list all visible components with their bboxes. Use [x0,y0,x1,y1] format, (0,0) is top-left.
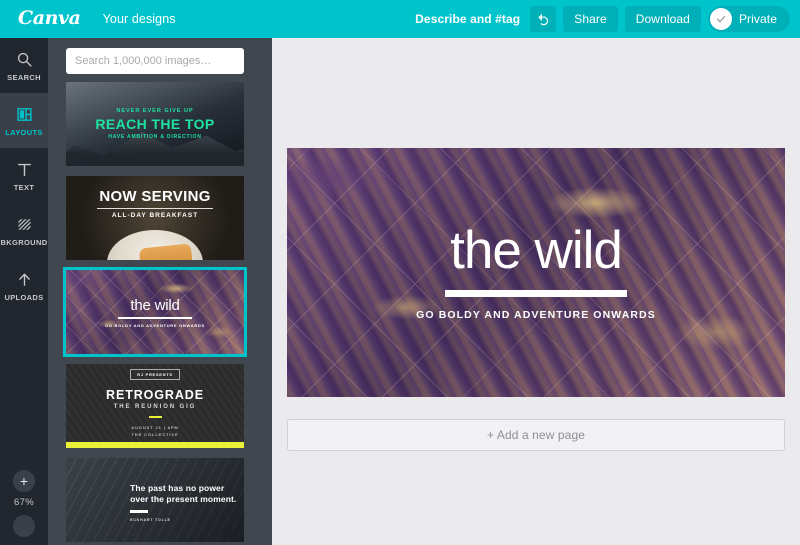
thumbnail-text: the wild GO BOLDY AND ADVENTURE ONWARDS [66,270,244,354]
upload-icon [16,269,33,289]
thumb3-line-main: the wild [130,296,180,314]
sidebar-label-text: TEXT [13,183,35,192]
search-icon [16,49,33,69]
add-new-page-button[interactable]: + Add a new page [287,419,785,451]
privacy-label: Private [738,12,777,26]
thumbnail-text: The past has no power over the present m… [130,483,244,522]
sidebar-label-layouts: LAYOUTS [5,128,43,137]
thumbnail-text: NOW SERVING ALL-DAY BREAKFAST [66,188,244,219]
thumbnail-the-wild[interactable]: the wild GO BOLDY AND ADVENTURE ONWARDS [63,267,247,357]
zoom-controls: + 67% [0,470,48,545]
left-tool-rail: SEARCH LAYOUTS TEXT BKGROUND UPLOADS + 6… [0,38,48,545]
undo-button[interactable] [530,6,557,32]
zoom-out-button[interactable] [13,515,35,537]
privacy-toggle[interactable]: Private [707,6,790,32]
thumbnail-present-moment-quote[interactable]: The past has no power over the present m… [66,458,244,542]
top-header: Canva Your designs Describe and #tag Sha… [0,0,800,38]
sidebar-item-search[interactable]: SEARCH [0,38,48,93]
thumb2-line-bottom: ALL-DAY BREAKFAST [111,212,199,219]
share-button[interactable]: Share [563,6,618,32]
background-icon [16,214,33,234]
layouts-panel: NEVER EVER GIVE UP REACH THE TOP HAVE AM… [48,38,272,545]
thumb3-divider [118,316,192,319]
canva-editor: Canva Your designs Describe and #tag Sha… [0,0,800,545]
thumb4-line-date: AUGUST 21 | 8PM [131,425,179,431]
sidebar-label-background: BKGROUND [0,238,48,247]
zoom-percent-label: 67% [14,497,34,508]
search-input[interactable] [66,48,244,74]
text-icon [16,159,33,179]
canvas-title[interactable]: the wild [450,224,623,277]
zoom-in-button[interactable]: + [13,470,35,492]
canvas-divider[interactable] [445,290,627,297]
sidebar-label-search: SEARCH [7,73,41,82]
canvas-subtitle[interactable]: GO BOLDY AND ADVENTURE ONWARDS [416,309,656,321]
search-container [48,38,272,82]
sidebar-label-uploads: UPLOADS [4,293,44,302]
thumbnail-reach-the-top[interactable]: NEVER EVER GIVE UP REACH THE TOP HAVE AM… [66,82,244,166]
sidebar-item-text[interactable]: TEXT [0,148,48,203]
nav-your-designs[interactable]: Your designs [103,12,176,26]
sidebar-item-uploads[interactable]: UPLOADS [0,258,48,313]
undo-icon [538,13,548,25]
describe-and-tag-link[interactable]: Describe and #tag [415,12,520,26]
thumb1-line-bottom: HAVE AMBITION & DIRECTION [108,134,202,140]
download-button[interactable]: Download [624,6,701,32]
canvas-workspace: the wild GO BOLDY AND ADVENTURE ONWARDS … [272,38,800,545]
thumbnail-text: RJ PRESENTS RETROGRADE THE REUNION GIG A… [66,364,244,448]
thumb4-line-venue: THE COLLECTIVE [131,432,179,438]
thumb4-line-main: RETROGRADE [106,387,204,402]
thumb1-line-top: NEVER EVER GIVE UP [116,108,194,114]
thumb5-divider [130,510,149,513]
layouts-icon [16,104,33,124]
thumb4-badge: RJ PRESENTS [130,368,180,380]
sidebar-item-layouts[interactable]: LAYOUTS [0,93,48,148]
thumb5-attribution: ECKHART TOLLE [130,517,171,522]
thumb5-quote: The past has no power over the present m… [130,483,237,504]
thumb2-line-main: NOW SERVING [99,188,211,205]
layout-thumbnail-list: NEVER EVER GIVE UP REACH THE TOP HAVE AM… [48,82,272,542]
thumbnail-now-serving[interactable]: NOW SERVING ALL-DAY BREAKFAST [66,176,244,260]
thumb4-divider [148,415,162,419]
header-actions: Describe and #tag Share Download Private [415,6,800,32]
thumb1-line-main: REACH THE TOP [95,116,215,132]
check-circle-icon [709,8,732,30]
canvas-text-group: the wild GO BOLDY AND ADVENTURE ONWARDS [287,148,785,397]
thumb4-line-sub: THE REUNION GIG [113,403,197,410]
design-canvas[interactable]: the wild GO BOLDY AND ADVENTURE ONWARDS [287,148,785,397]
sidebar-item-background[interactable]: BKGROUND [0,203,48,258]
canva-logo[interactable]: Canva [18,8,81,30]
thumb2-divider [97,208,213,209]
thumb3-line-bottom: GO BOLDY AND ADVENTURE ONWARDS [105,322,205,328]
thumbnail-retrograde[interactable]: RJ PRESENTS RETROGRADE THE REUNION GIG A… [66,364,244,448]
thumbnail-text: NEVER EVER GIVE UP REACH THE TOP HAVE AM… [66,82,244,166]
